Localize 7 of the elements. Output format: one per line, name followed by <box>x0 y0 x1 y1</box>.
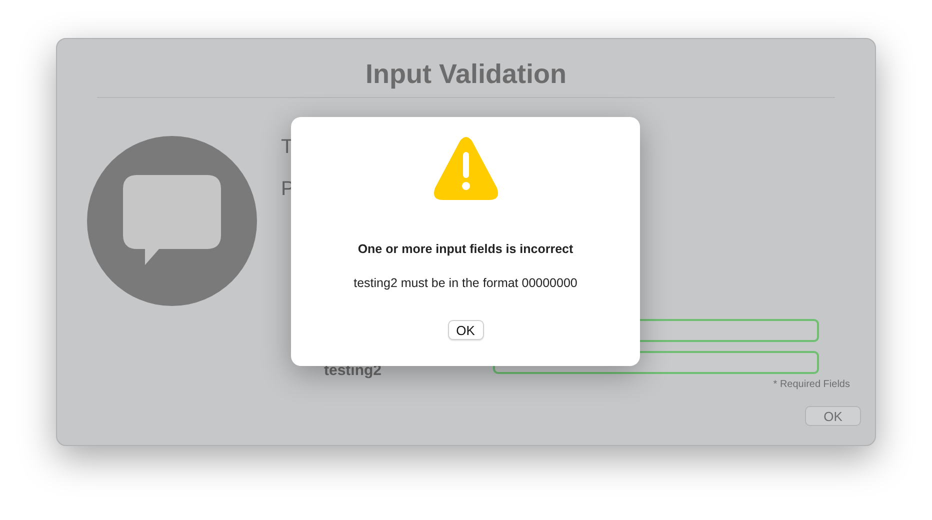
field-label: testing2 <box>324 362 382 379</box>
warning-icon <box>432 136 498 200</box>
window-title: Input Validation <box>364 59 568 91</box>
alert-message: testing2 must be in the format 00000000 <box>354 276 578 290</box>
ok-button[interactable]: OK <box>448 320 484 340</box>
alert-title: One or more input fields is incorrect <box>358 242 574 256</box>
required-note: * Required Fields <box>773 379 850 390</box>
